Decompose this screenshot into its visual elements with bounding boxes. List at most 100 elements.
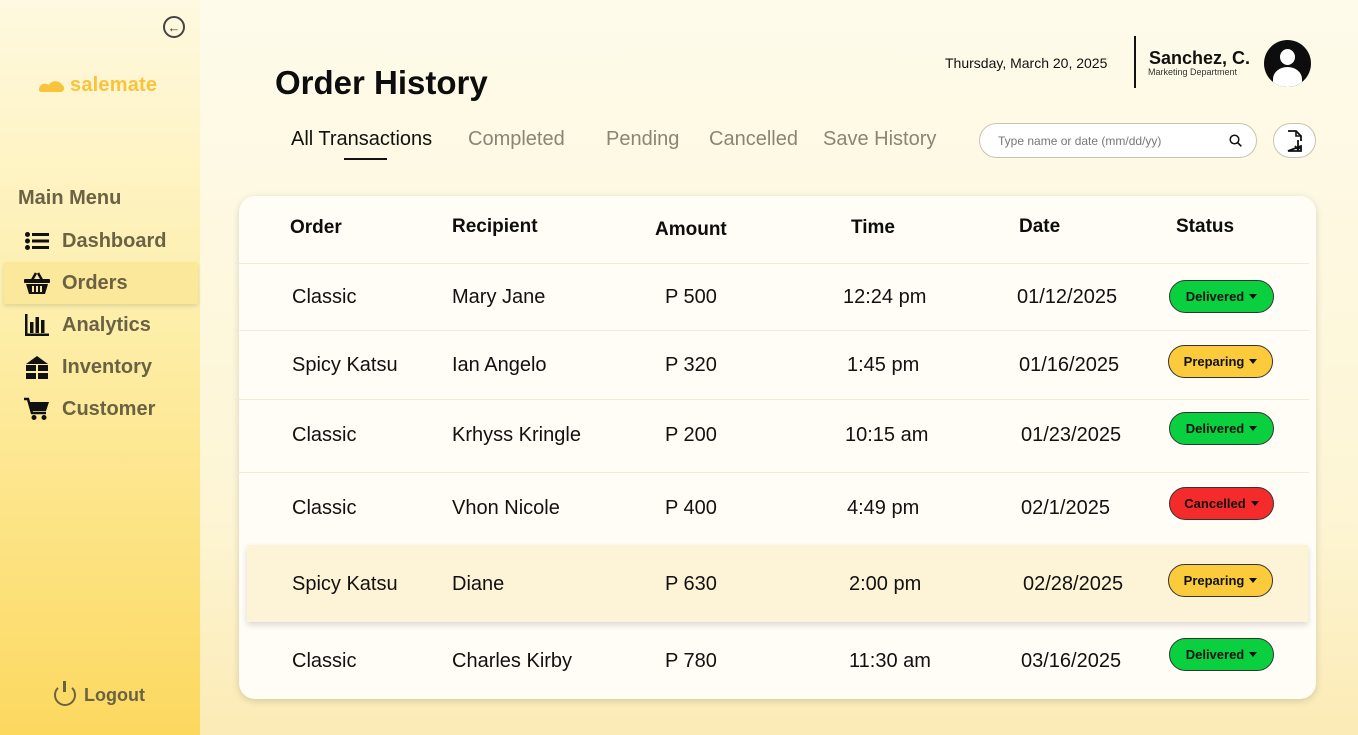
tab-pending[interactable]: Pending <box>606 128 679 151</box>
amount-cell: P 200 <box>665 424 717 446</box>
search-bar <box>979 123 1257 158</box>
column-header-status: Status <box>1176 216 1235 237</box>
search-icon[interactable] <box>1229 134 1242 147</box>
time-cell: 2:00 pm <box>849 573 922 595</box>
amount-cell: P 780 <box>665 650 717 672</box>
amount-cell: P 400 <box>665 497 717 519</box>
status-dropdown[interactable]: Cancelled <box>1169 487 1274 520</box>
sidebar-item-orders[interactable]: Orders <box>4 262 198 304</box>
collapse-sidebar-button[interactable]: ← <box>163 16 185 38</box>
table-row[interactable]: Classic Krhyss Kringle P 200 10:15 am 01… <box>235 399 1309 472</box>
status-label: Delivered <box>1185 289 1245 304</box>
logo: salemate <box>36 74 157 97</box>
status-dropdown[interactable]: Preparing <box>1168 345 1273 378</box>
export-button[interactable] <box>1273 123 1316 158</box>
sidebar-item-customer[interactable]: Customer <box>4 388 198 430</box>
table-row[interactable]: Spicy Katsu Diane P 630 2:00 pm 02/28/20… <box>247 545 1308 622</box>
column-header-recipient: Recipient <box>452 216 538 237</box>
user-department: Marketing Department <box>1148 67 1238 77</box>
caret-down-icon <box>1250 501 1259 506</box>
logo-text: salemate <box>70 74 158 96</box>
caret-down-icon <box>1249 578 1258 583</box>
table-row[interactable]: Classic Charles Kirby P 780 11:30 am 03/… <box>235 622 1309 699</box>
time-cell: 10:15 am <box>845 424 929 446</box>
sidebar-item-label: Inventory <box>62 355 153 378</box>
sidebar-item-label: Customer <box>62 397 156 420</box>
amount-cell: P 320 <box>665 354 717 376</box>
column-header-order: Order <box>290 217 342 238</box>
status-dropdown[interactable]: Delivered <box>1169 412 1274 445</box>
order-cell: Spicy Katsu <box>292 573 398 595</box>
date-cell: 02/1/2025 <box>1021 497 1110 519</box>
date-cell: 01/12/2025 <box>1017 286 1118 308</box>
user-body-icon <box>1273 67 1302 87</box>
time-cell: 1:45 pm <box>847 354 920 376</box>
column-header-amount: Amount <box>655 219 727 240</box>
table-row[interactable]: Classic Mary Jane P 500 12:24 pm 01/12/2… <box>235 263 1309 330</box>
order-cell: Classic <box>292 650 357 672</box>
current-date: Thursday, March 20, 2025 <box>945 55 1108 71</box>
tab-all-transactions[interactable]: All Transactions <box>291 128 432 151</box>
column-header-date: Date <box>1019 216 1061 237</box>
user-name: Sanchez, C. <box>1149 48 1251 68</box>
recipient-cell: Krhyss Kringle <box>452 424 581 446</box>
status-label: Delivered <box>1185 421 1245 436</box>
amount-cell: P 500 <box>665 286 717 308</box>
sidebar-item-label: Orders <box>62 271 128 294</box>
status-label: Preparing <box>1183 573 1245 588</box>
search-input[interactable] <box>998 133 1218 148</box>
recipient-cell: Vhon Nicole <box>452 497 560 519</box>
sidebar-item-dashboard[interactable]: Dashboard <box>4 220 198 262</box>
list-icon <box>24 229 50 253</box>
column-header-time: Time <box>851 217 896 238</box>
logout-label: Logout <box>84 684 145 705</box>
status-dropdown[interactable]: Delivered <box>1169 280 1274 313</box>
order-cell: Classic <box>292 497 357 519</box>
date-cell: 02/28/2025 <box>1023 573 1124 595</box>
orders-table: Order Recipient Amount Time Date Status … <box>235 196 1316 699</box>
warehouse-icon <box>24 355 50 379</box>
status-dropdown[interactable]: Preparing <box>1168 564 1273 597</box>
recipient-cell: Ian Angelo <box>452 354 547 376</box>
sidebar-item-label: Analytics <box>62 313 151 336</box>
file-download-icon <box>1287 129 1302 152</box>
power-icon <box>54 681 76 706</box>
sidebar-item-inventory[interactable]: Inventory <box>4 346 198 388</box>
sidebar: ← salemate Main Menu Dashboard Orders An… <box>0 0 200 735</box>
caret-down-icon <box>1249 426 1258 431</box>
time-cell: 12:24 pm <box>843 286 927 308</box>
logo-icon <box>39 80 65 92</box>
tab-save-history[interactable]: Save History <box>823 128 936 151</box>
arrow-left-icon: ← <box>167 19 181 35</box>
date-cell: 03/16/2025 <box>1021 650 1122 672</box>
page-title: Order History <box>275 64 488 101</box>
date-cell: 01/16/2025 <box>1019 354 1120 376</box>
user-head-icon <box>1280 49 1295 65</box>
table-row[interactable]: Classic Vhon Nicole P 400 4:49 pm 02/1/2… <box>235 472 1309 545</box>
date-cell: 01/23/2025 <box>1021 424 1122 446</box>
table-row[interactable]: Spicy Katsu Ian Angelo P 320 1:45 pm 01/… <box>235 330 1309 399</box>
tab-cancelled[interactable]: Cancelled <box>709 128 798 151</box>
status-dropdown[interactable]: Delivered <box>1169 638 1274 671</box>
avatar[interactable] <box>1264 40 1311 87</box>
caret-down-icon <box>1249 294 1258 299</box>
amount-cell: P 630 <box>665 573 717 595</box>
active-tab-indicator <box>344 158 387 160</box>
order-cell: Spicy Katsu <box>292 354 398 376</box>
main-menu-title: Main Menu <box>18 187 122 209</box>
caret-down-icon <box>1249 359 1258 364</box>
status-label: Cancelled <box>1184 496 1246 511</box>
tab-completed[interactable]: Completed <box>468 128 565 151</box>
sidebar-item-analytics[interactable]: Analytics <box>4 304 198 346</box>
order-cell: Classic <box>292 424 357 446</box>
recipient-cell: Charles Kirby <box>452 650 573 672</box>
logout-button[interactable]: Logout <box>54 681 145 706</box>
sidebar-item-label: Dashboard <box>62 229 167 252</box>
header-divider <box>1134 36 1136 88</box>
cart-icon <box>24 397 50 421</box>
main-menu: Dashboard Orders Analytics Inventory Cus… <box>4 220 198 430</box>
time-cell: 11:30 am <box>849 650 931 672</box>
bar-chart-icon <box>24 313 50 337</box>
status-label: Preparing <box>1183 354 1245 369</box>
time-cell: 4:49 pm <box>847 497 920 519</box>
